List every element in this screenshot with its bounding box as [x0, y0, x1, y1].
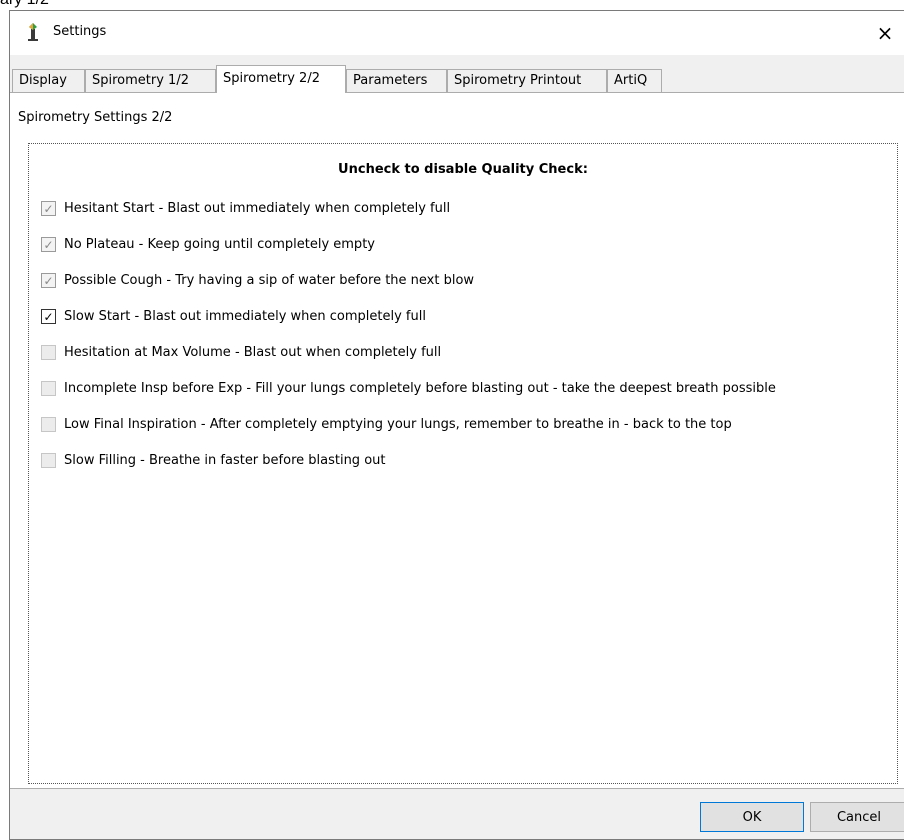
group-heading: Uncheck to disable Quality Check:: [338, 162, 588, 177]
tab-artiq[interactable]: ArtiQ: [607, 69, 662, 93]
check-label: Hesitation at Max Volume - Blast out whe…: [64, 345, 442, 360]
check-slow-filling[interactable]: Slow Filling - Breathe in faster before …: [41, 453, 385, 468]
quality-check-group: Uncheck to disable Quality Check: ✓ Hesi…: [28, 143, 898, 784]
checkbox[interactable]: ✓: [41, 309, 56, 324]
panel-caption: Spirometry Settings 2/2: [18, 110, 173, 125]
check-slow-start[interactable]: ✓ Slow Start - Blast out immediately whe…: [41, 309, 426, 324]
check-label: No Plateau - Keep going until completely…: [64, 237, 375, 252]
tab-spirometry-1-2[interactable]: Spirometry 1/2: [85, 69, 216, 93]
checkbox[interactable]: [41, 453, 56, 468]
close-button[interactable]: ×: [862, 11, 904, 55]
tab-spirometry-2-2[interactable]: Spirometry 2/2: [216, 65, 346, 93]
check-hesitant-start[interactable]: ✓ Hesitant Start - Blast out immediately…: [41, 201, 450, 216]
tab-display[interactable]: Display: [12, 69, 85, 93]
check-possible-cough[interactable]: ✓ Possible Cough - Try having a sip of w…: [41, 273, 474, 288]
check-mark-icon: ✓: [43, 201, 54, 216]
check-label: Low Final Inspiration - After completely…: [64, 417, 732, 432]
checkbox[interactable]: [41, 381, 56, 396]
cancel-button[interactable]: Cancel: [810, 802, 904, 832]
close-icon: ×: [876, 21, 894, 45]
check-label: Incomplete Insp before Exp - Fill your l…: [64, 381, 776, 396]
tab-panel: Spirometry Settings 2/2 Uncheck to disab…: [10, 92, 904, 789]
checkbox[interactable]: ✓: [41, 237, 56, 252]
checkbox[interactable]: ✓: [41, 201, 56, 216]
check-no-plateau[interactable]: ✓ No Plateau - Keep going until complete…: [41, 237, 375, 252]
check-label: Slow Filling - Breathe in faster before …: [64, 453, 386, 468]
check-mark-icon: ✓: [43, 309, 54, 324]
window-title: Settings: [53, 24, 107, 39]
tab-parameters[interactable]: Parameters: [346, 69, 447, 93]
tab-spirometry-printout[interactable]: Spirometry Printout: [447, 69, 607, 93]
app-icon: [24, 22, 42, 42]
checkbox[interactable]: ✓: [41, 273, 56, 288]
check-label: Possible Cough - Try having a sip of wat…: [64, 273, 475, 288]
check-low-final-inspiration[interactable]: Low Final Inspiration - After completely…: [41, 417, 732, 432]
check-label: Hesitant Start - Blast out immediately w…: [64, 201, 451, 216]
settings-dialog: Settings × Display Spirometry 1/2 Spirom…: [9, 10, 904, 840]
checkbox[interactable]: [41, 417, 56, 432]
check-mark-icon: ✓: [43, 273, 54, 288]
title-bar[interactable]: Settings ×: [10, 11, 904, 55]
check-mark-icon: ✓: [43, 237, 54, 252]
tab-strip: Display Spirometry 1/2 Spirometry 2/2 Pa…: [10, 55, 904, 93]
checkbox[interactable]: [41, 345, 56, 360]
check-incomplete-insp[interactable]: Incomplete Insp before Exp - Fill your l…: [41, 381, 776, 396]
ok-button[interactable]: OK: [700, 802, 804, 832]
check-hesitation-max-volume[interactable]: Hesitation at Max Volume - Blast out whe…: [41, 345, 441, 360]
background-window-caption: ary 1/2: [0, 0, 49, 9]
check-label: Slow Start - Blast out immediately when …: [64, 309, 426, 324]
